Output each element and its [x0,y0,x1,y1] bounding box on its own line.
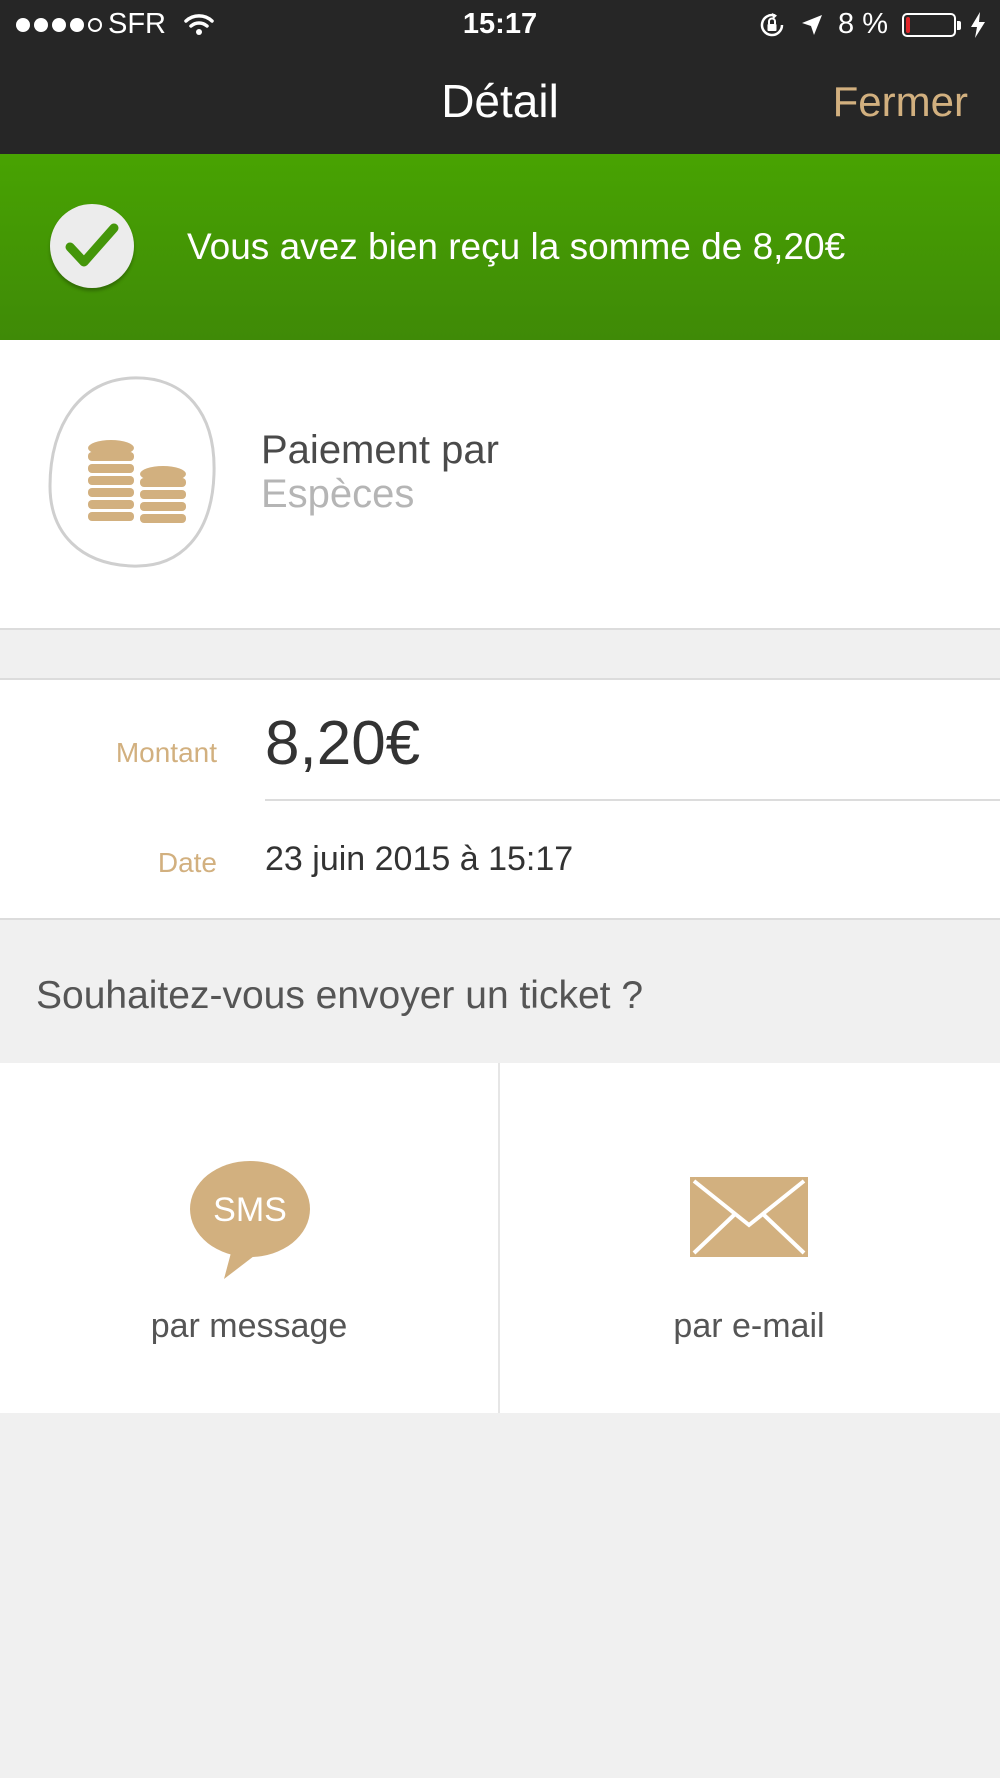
ticket-question: Souhaitez-vous envoyer un ticket ? [36,974,644,1017]
email-option-label: par e-mail [673,1307,825,1345]
payment-method-section: Paiement par Espèces [0,340,1000,630]
coins-icon [48,376,216,568]
amount-value: 8,20€ [265,709,421,778]
battery-icon [902,12,961,37]
payment-label: Paiement par [261,428,499,472]
payment-method: Espèces [261,472,415,516]
location-icon [802,14,823,35]
date-label: Date [157,847,217,878]
close-button[interactable]: Fermer [833,78,968,126]
send-email-button[interactable]: par e-mail [500,1063,998,1413]
status-bar: SFR 15:17 8 % [0,0,1000,50]
success-message: Vous avez bien reçu la somme de 8,20€ [187,226,846,267]
date-value: 23 juin 2015 à 15:17 [265,840,574,878]
nav-bar: SFR 15:17 8 % Détail Fermer [0,0,1000,154]
orientation-lock-icon [760,12,784,36]
amount-label: Montant [115,737,217,768]
charging-icon [971,11,985,38]
envelope-icon [690,1177,808,1257]
sms-icon-text: SMS [213,1191,287,1229]
sms-icon: SMS [190,1161,310,1279]
sms-option-label: par message [150,1307,348,1345]
battery-percent: 8 % [838,8,888,40]
success-banner: Vous avez bien reçu la somme de 8,20€ [0,154,1000,340]
ticket-options: SMS par message par e-mail [0,1063,1000,1413]
checkmark-icon [50,204,134,288]
transaction-details: Montant 8,20€ Date 23 juin 2015 à 15:17 [0,678,1000,920]
divider [265,799,1000,801]
send-sms-button[interactable]: SMS par message [0,1063,498,1413]
